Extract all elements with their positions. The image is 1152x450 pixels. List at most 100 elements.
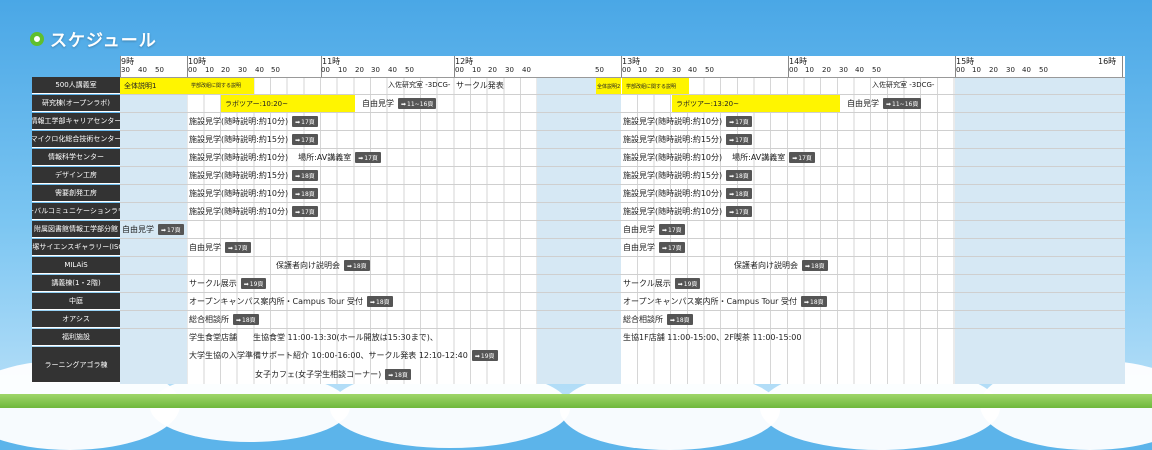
event-block: ラボツアー:13:20~ xyxy=(672,95,840,112)
timeline-grid: 9時 30 40 50 10時 00 10 20 30 40 50 11時 00… xyxy=(120,56,1125,384)
page-ref-tag: 19頁 xyxy=(240,278,267,289)
event-text: 施設見学(随時説明:約10分)18頁 xyxy=(623,188,752,199)
page-ref-tag: 11~16頁 xyxy=(883,98,922,109)
event-text: 施設見学(随時説明:約15分)17頁 xyxy=(189,134,318,145)
row-label: 講義棟(1・2階) xyxy=(32,275,120,292)
row-divider xyxy=(120,238,1125,239)
page-ref-tag: 18頁 xyxy=(233,314,259,325)
page-ref-tag: 18頁 xyxy=(366,296,393,307)
event-text: 自由見学17頁 xyxy=(122,224,184,235)
row-label: ラーニングアゴラ棟 xyxy=(32,347,120,383)
circle-icon xyxy=(30,31,44,46)
event-text: 女子カフェ(女子学生相談コーナー)18頁 xyxy=(255,369,411,380)
row-divider xyxy=(120,292,1125,293)
page-ref-tag: 19頁 xyxy=(471,350,498,361)
event-text: 生協1F店舗 11:00-15:00、2F喫茶 11:00-15:00 xyxy=(623,333,802,342)
page-ref-tag: 11~16頁 xyxy=(398,98,437,109)
page-ref-tag: 18頁 xyxy=(292,188,318,199)
page-ref-tag: 18頁 xyxy=(667,314,693,325)
section-title: スケジュール xyxy=(30,26,157,51)
event-text: 施設見学(随時説明:約10分)17頁 xyxy=(623,116,752,127)
row-label: デザイン工房 xyxy=(32,167,120,184)
event-text: 施設見学(随時説明:約10分)18頁 xyxy=(189,188,318,199)
event-text: 保護者向け説明会18頁 xyxy=(276,260,370,271)
row-divider xyxy=(120,202,1125,203)
row-label: グローバルコミュニケーションラウンジ xyxy=(32,203,120,220)
grass xyxy=(0,394,1152,408)
event-text: サークル展示19頁 xyxy=(623,278,701,289)
hour-label: 16時 xyxy=(1098,57,1117,66)
page-ref-tag: 17頁 xyxy=(726,116,752,127)
event-text: 施設見学(随時説明:約15分)18頁 xyxy=(189,170,318,181)
event-text: 施設見学(随時説明:約10分)17頁 xyxy=(189,206,318,217)
event-text: 施設見学(随時説明:約15分)18頁 xyxy=(623,170,752,181)
page-ref-tag: 17頁 xyxy=(726,206,752,217)
row-label: オアシス xyxy=(32,311,120,328)
page-ref-tag: 18頁 xyxy=(344,260,370,271)
page-ref-tag: 17頁 xyxy=(659,224,685,235)
page-ref-tag: 18頁 xyxy=(385,369,411,380)
event-block: 学部改組に関する説明 xyxy=(187,78,254,94)
page-ref-tag: 18頁 xyxy=(726,188,752,199)
time-header: 9時 30 40 50 10時 00 10 20 30 40 50 11時 00… xyxy=(120,56,1125,78)
page-ref-tag: 18頁 xyxy=(800,296,827,307)
event-block: 学部改組に関する説明 xyxy=(622,78,689,94)
event-text: 学生食堂店舗 生協食堂 11:00-13:30(ホール開放は15:30まで)、 xyxy=(189,333,438,342)
event-text: 施設見学(随時説明:約10分)17頁 xyxy=(189,116,318,127)
page-ref-tag: 17頁 xyxy=(292,116,318,127)
event-text: 自由見学17頁 xyxy=(623,224,685,235)
row-label: 中庭 xyxy=(32,293,120,310)
row-label: 研究棟(オープンラボ) xyxy=(32,95,120,112)
event-text: 施設見学(随時説明:約10分)場所:AV講義室17頁 xyxy=(623,152,815,163)
event-text: オープンキャンパス案内所・Campus Tour 受付18頁 xyxy=(189,296,393,307)
blue-band xyxy=(955,77,1125,384)
event-text: 施設見学(随時説明:約15分)17頁 xyxy=(623,134,752,145)
page-ref-tag: 18頁 xyxy=(802,260,828,271)
page-ref-tag: 17頁 xyxy=(225,242,251,253)
row-divider xyxy=(120,310,1125,311)
event-text: 施設見学(随時説明:約10分)17頁 xyxy=(623,206,752,217)
row-divider xyxy=(120,184,1125,185)
event-text: 入佐研究室 -3DCG- xyxy=(388,81,451,89)
event-text: 入佐研究室 -3DCG- xyxy=(872,81,935,89)
event-block: 全体説明1 xyxy=(120,78,187,94)
page-ref-tag: 17頁 xyxy=(292,206,318,217)
blue-band xyxy=(537,77,621,384)
event-block: 全体説明2 xyxy=(596,78,621,94)
page-ref-tag: 17頁 xyxy=(659,242,685,253)
row-label: 需要創発工房 xyxy=(32,185,120,202)
event-text: 自由見学11~16頁 xyxy=(362,98,437,109)
row-label: 情報工学部キャリアセンター xyxy=(32,113,120,130)
page-ref-tag: 17頁 xyxy=(355,152,381,163)
event-text: 自由見学17頁 xyxy=(189,242,251,253)
event-text: サークル展示19頁 xyxy=(189,278,267,289)
event-text: オープンキャンパス案内所・Campus Tour 受付18頁 xyxy=(623,296,827,307)
row-divider xyxy=(120,130,1125,131)
row-label: 飯塚サイエンスギャラリー(ISG) xyxy=(32,239,120,256)
event-text: 自由見学11~16頁 xyxy=(847,98,922,109)
event-block: ラボツアー:10:20~ xyxy=(221,95,355,112)
event-text: 保護者向け説明会18頁 xyxy=(734,260,828,271)
row-label: 500人講義室 xyxy=(32,77,120,94)
event-text: サークル発表 xyxy=(456,81,504,90)
schedule-table: 500人講義室 研究棟(オープンラボ) 情報工学部キャリアセンター マイクロ化総… xyxy=(32,56,1125,384)
row-divider xyxy=(120,112,1125,113)
row-label: 情報科学センター xyxy=(32,149,120,166)
page-ref-tag: 18頁 xyxy=(726,170,752,181)
event-text: 施設見学(随時説明:約10分)場所:AV講義室17頁 xyxy=(189,152,381,163)
event-text: 自由見学17頁 xyxy=(623,242,685,253)
page-ref-tag: 18頁 xyxy=(292,170,318,181)
page-ref-tag: 19頁 xyxy=(674,278,701,289)
page-ref-tag: 17頁 xyxy=(292,134,318,145)
row-divider xyxy=(120,220,1125,221)
row-label: 福利施設 xyxy=(32,329,120,346)
row-label: MILAiS xyxy=(32,257,120,274)
event-text: 大学生協の入学準備サポート紹介 10:00-16:00、サークル発表 12:10… xyxy=(189,350,498,361)
page-ref-tag: 17頁 xyxy=(789,152,815,163)
row-divider xyxy=(120,328,1125,329)
row-label: 附属図書館情報工学部分館 xyxy=(32,221,120,238)
row-divider xyxy=(120,148,1125,149)
page-ref-tag: 17頁 xyxy=(158,224,184,235)
event-text: 総合相談所18頁 xyxy=(623,314,693,325)
page-ref-tag: 17頁 xyxy=(726,134,752,145)
